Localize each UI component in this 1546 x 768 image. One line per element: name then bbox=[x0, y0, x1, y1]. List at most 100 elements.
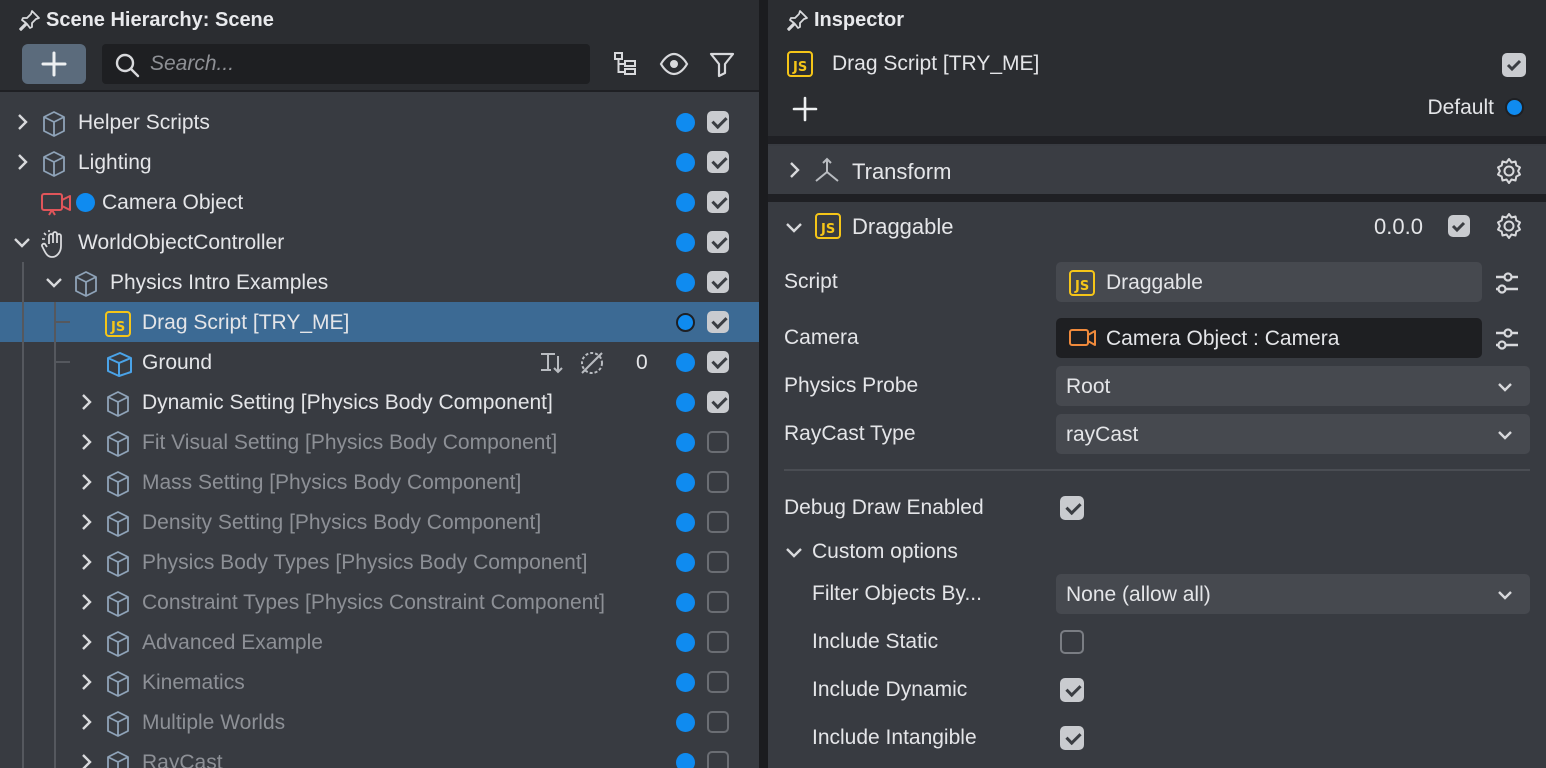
eye-icon[interactable] bbox=[659, 50, 689, 78]
chevron-right-icon[interactable] bbox=[76, 512, 96, 532]
chevron-right-icon[interactable] bbox=[76, 552, 96, 572]
enabled-checkbox[interactable] bbox=[707, 431, 729, 453]
raycast-type-dropdown[interactable]: rayCast bbox=[1056, 414, 1530, 454]
layer-dot[interactable] bbox=[676, 153, 695, 172]
layer-dot[interactable] bbox=[676, 273, 695, 292]
chevron-right-icon[interactable] bbox=[76, 712, 96, 732]
layer-dot[interactable] bbox=[676, 193, 695, 212]
layer-dot[interactable] bbox=[676, 313, 695, 332]
layer-dot[interactable] bbox=[676, 673, 695, 692]
enabled-checkbox[interactable] bbox=[707, 351, 729, 373]
chevron-right-icon[interactable] bbox=[784, 160, 804, 180]
chevron-right-icon[interactable] bbox=[76, 592, 96, 612]
tree-row[interactable]: Constraint Types [Physics Constraint Com… bbox=[0, 582, 759, 622]
layer-dot[interactable] bbox=[676, 433, 695, 452]
layer-dot[interactable] bbox=[676, 393, 695, 412]
layer-dot[interactable] bbox=[676, 233, 695, 252]
enabled-checkbox[interactable] bbox=[707, 631, 729, 653]
draggable-enabled-checkbox[interactable] bbox=[1448, 215, 1470, 237]
tree-row[interactable]: Fit Visual Setting [Physics Body Compone… bbox=[0, 422, 759, 462]
chevron-down-icon[interactable] bbox=[784, 542, 804, 562]
search-input[interactable] bbox=[150, 50, 570, 78]
physics-probe-dropdown[interactable]: Root bbox=[1056, 366, 1530, 406]
chevron-right-icon[interactable] bbox=[76, 632, 96, 652]
pin-icon[interactable] bbox=[786, 8, 810, 32]
layer-dot[interactable] bbox=[676, 633, 695, 652]
enabled-checkbox[interactable] bbox=[707, 711, 729, 733]
tree-row[interactable]: Physics Body Types [Physics Body Compone… bbox=[0, 542, 759, 582]
layer-dot[interactable] bbox=[676, 753, 695, 768]
chevron-right-icon[interactable] bbox=[76, 392, 96, 412]
search-box[interactable] bbox=[102, 44, 590, 84]
add-component-plus-icon[interactable] bbox=[792, 96, 818, 122]
layer-dot[interactable] bbox=[676, 473, 695, 492]
layer-dot[interactable] bbox=[676, 553, 695, 572]
enabled-checkbox[interactable] bbox=[707, 311, 729, 333]
chevron-right-icon[interactable] bbox=[76, 432, 96, 452]
chevron-right-icon[interactable] bbox=[12, 112, 32, 132]
tree-row[interactable]: Density Setting [Physics Body Component] bbox=[0, 502, 759, 542]
draggable-section-header[interactable]: JS Draggable 0.0.0 bbox=[768, 202, 1546, 258]
chevron-down-icon[interactable] bbox=[12, 232, 32, 252]
tree-row[interactable]: Kinematics bbox=[0, 662, 759, 702]
chevron-right-icon[interactable] bbox=[76, 672, 96, 692]
gear-icon[interactable] bbox=[1494, 211, 1524, 241]
add-object-button[interactable] bbox=[22, 44, 86, 84]
tree-row[interactable]: Helper Scripts bbox=[0, 102, 759, 142]
enabled-checkbox[interactable] bbox=[707, 551, 729, 573]
layer-dot[interactable] bbox=[676, 113, 695, 132]
include-intangible-checkbox[interactable] bbox=[1060, 726, 1084, 750]
enabled-checkbox[interactable] bbox=[707, 191, 729, 213]
enabled-checkbox[interactable] bbox=[707, 591, 729, 613]
sort-order-icon[interactable] bbox=[538, 350, 566, 376]
chevron-right-icon[interactable] bbox=[12, 152, 32, 172]
tree-row[interactable]: Physics Intro Examples bbox=[0, 262, 759, 302]
include-dynamic-checkbox[interactable] bbox=[1060, 678, 1084, 702]
layer-dot[interactable] bbox=[1505, 98, 1524, 117]
script-field[interactable]: JS Draggable bbox=[1056, 262, 1482, 302]
tree-row[interactable]: Mass Setting [Physics Body Component] bbox=[0, 462, 759, 502]
camera-field[interactable]: Camera Object : Camera bbox=[1056, 318, 1482, 358]
layer-dot[interactable] bbox=[676, 353, 695, 372]
enabled-checkbox[interactable] bbox=[707, 511, 729, 533]
layer-dot[interactable] bbox=[676, 593, 695, 612]
object-enabled-checkbox[interactable] bbox=[1502, 53, 1526, 77]
filter-objects-dropdown[interactable]: None (allow all) bbox=[1056, 574, 1530, 614]
object-name[interactable]: Drag Script [TRY_ME] bbox=[832, 52, 1039, 76]
pin-icon[interactable] bbox=[18, 8, 42, 32]
reference-picker-icon[interactable] bbox=[1494, 326, 1520, 352]
layer-dot[interactable] bbox=[676, 513, 695, 532]
tree-row[interactable]: Lighting bbox=[0, 142, 759, 182]
hierarchy-tree-icon[interactable] bbox=[612, 50, 640, 78]
filter-icon[interactable] bbox=[708, 50, 736, 78]
chevron-down-icon[interactable] bbox=[784, 217, 804, 237]
reference-picker-icon[interactable] bbox=[1494, 270, 1520, 296]
layer-label[interactable]: Default bbox=[1427, 96, 1494, 120]
tree-row[interactable]: Ground 0 bbox=[0, 342, 759, 382]
tree-row[interactable]: Multiple Worlds bbox=[0, 702, 759, 742]
custom-options-label[interactable]: Custom options bbox=[812, 540, 958, 564]
tree-row[interactable]: RayCast bbox=[0, 742, 759, 768]
enabled-checkbox[interactable] bbox=[707, 391, 729, 413]
enabled-checkbox[interactable] bbox=[707, 111, 729, 133]
panel-divider[interactable] bbox=[760, 0, 768, 768]
include-static-checkbox[interactable] bbox=[1060, 630, 1084, 654]
debug-draw-checkbox[interactable] bbox=[1060, 496, 1084, 520]
tree-row[interactable]: JS Drag Script [TRY_ME] bbox=[0, 302, 759, 342]
chevron-down-icon[interactable] bbox=[44, 272, 64, 292]
gear-icon[interactable] bbox=[1494, 156, 1524, 186]
visibility-off-icon[interactable] bbox=[578, 349, 606, 377]
chevron-right-icon[interactable] bbox=[76, 472, 96, 492]
enabled-checkbox[interactable] bbox=[707, 751, 729, 768]
transform-section-header[interactable]: Transform bbox=[768, 146, 1546, 194]
tree-row[interactable]: Camera Object bbox=[0, 182, 759, 222]
tree-row[interactable]: Dynamic Setting [Physics Body Component] bbox=[0, 382, 759, 422]
enabled-checkbox[interactable] bbox=[707, 151, 729, 173]
enabled-checkbox[interactable] bbox=[707, 271, 729, 293]
enabled-checkbox[interactable] bbox=[707, 671, 729, 693]
chevron-right-icon[interactable] bbox=[76, 752, 96, 768]
layer-dot[interactable] bbox=[676, 713, 695, 732]
tree-row[interactable]: Advanced Example bbox=[0, 622, 759, 662]
enabled-checkbox[interactable] bbox=[707, 231, 729, 253]
enabled-checkbox[interactable] bbox=[707, 471, 729, 493]
